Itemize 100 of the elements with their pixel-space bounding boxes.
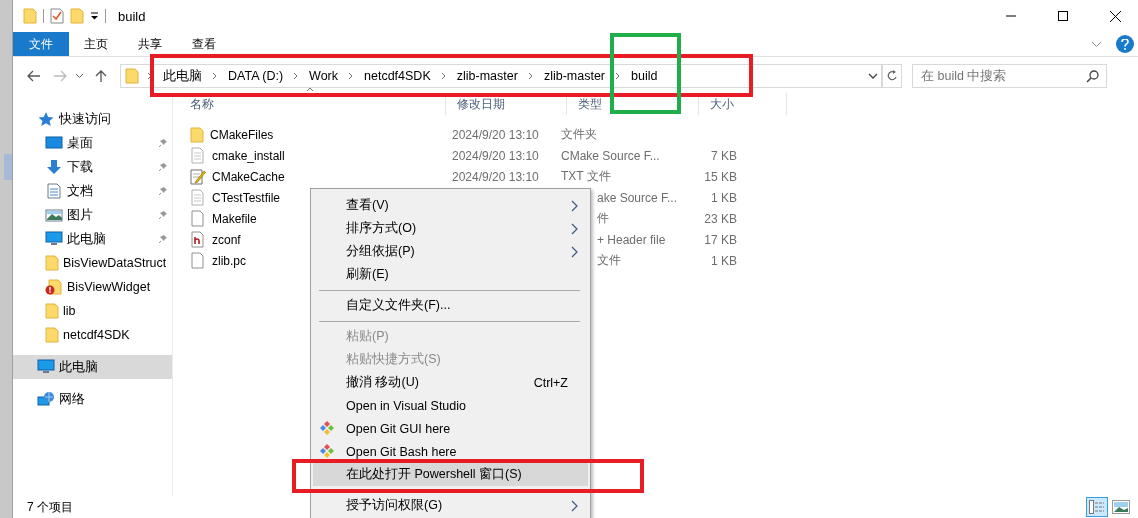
file-name[interactable]: CMakeFiles	[210, 127, 274, 142]
breadcrumb[interactable]: build	[629, 69, 660, 83]
menu-item[interactable]: Open Git Bash here	[313, 440, 588, 463]
menu-item[interactable]: 授予访问权限(G)	[313, 494, 588, 517]
refresh-icon	[886, 69, 898, 83]
menu-item[interactable]: 自定义文件夹(F)...	[313, 294, 588, 317]
file-name[interactable]: zconf	[212, 232, 241, 247]
file-type: 文件夹	[561, 127, 597, 141]
menu-item[interactable]: 排序方式(O)	[313, 217, 588, 240]
file-type: + Header file	[597, 232, 666, 247]
file-size: 7 KB	[711, 148, 737, 163]
file-name[interactable]: Makefile	[212, 211, 257, 226]
breadcrumb[interactable]: zlib-master	[541, 69, 607, 83]
menu-item[interactable]: 刷新(E)	[313, 263, 588, 286]
file-size: 23 KB	[704, 211, 737, 226]
network-icon	[37, 391, 55, 407]
breadcrumb-chevron-icon	[527, 72, 534, 80]
sort-caret-icon	[306, 87, 314, 92]
ribbon-tab[interactable]: 主页	[69, 32, 123, 56]
new-folder-icon	[70, 8, 84, 24]
menu-item[interactable]: Open in Visual Studio	[313, 394, 588, 417]
nav-item[interactable]: 下载	[13, 155, 172, 179]
address-bar[interactable]: 此电脑 DATA (D:) Work netcdf4SDK zlib-master zlib-master build	[120, 64, 882, 88]
breadcrumb[interactable]: netcdf4SDK	[362, 69, 433, 83]
breadcrumb[interactable]: zlib-master	[454, 69, 520, 83]
file-menu-tab[interactable]: 文件	[13, 32, 69, 56]
breadcrumb-chevron-icon	[440, 72, 447, 80]
nav-item[interactable]: 网络	[13, 387, 172, 411]
search-field[interactable]: 在 build 中搜索	[912, 64, 1107, 88]
modified-date: 2024/9/20 13:10	[452, 127, 539, 142]
breadcrumb[interactable]: Work	[307, 69, 341, 83]
blank-file-icon	[190, 210, 206, 227]
folder-icon	[45, 327, 59, 343]
folder-icon	[45, 303, 59, 319]
recent-locations-icon[interactable]	[75, 73, 84, 79]
file-size: 17 KB	[704, 232, 737, 247]
breadcrumb[interactable]: 此电脑	[161, 67, 204, 85]
ribbon-tab[interactable]: 共享	[123, 32, 177, 56]
search-icon	[1086, 70, 1099, 83]
breadcrumb-chevron-icon	[147, 72, 153, 80]
star-icon	[37, 111, 55, 127]
nav-item[interactable]: 此电脑	[13, 355, 172, 379]
nav-item[interactable]: netcdf4SDK	[13, 323, 172, 347]
caret-icon	[868, 73, 878, 79]
nav-item[interactable]: lib	[13, 299, 172, 323]
file-name[interactable]: CMakeCache	[212, 169, 285, 184]
nav-item[interactable]: 桌面	[13, 131, 172, 155]
diamond-icon	[319, 443, 335, 459]
computer-icon	[37, 359, 55, 375]
nav-item[interactable]: 图片	[13, 203, 172, 227]
nav-item[interactable]: 快速访问	[13, 107, 172, 131]
file-type: 件	[597, 211, 609, 225]
column-header[interactable]: 大小	[699, 93, 787, 115]
nav-item[interactable]: BisViewWidget	[13, 275, 172, 299]
nav-item[interactable]: 文档	[13, 179, 172, 203]
forward-arrow-icon	[53, 70, 67, 82]
expand-ribbon-icon[interactable]	[1091, 40, 1102, 48]
nav-item[interactable]: 此电脑	[13, 227, 172, 251]
up-arrow-icon	[95, 69, 107, 83]
breadcrumb[interactable]: DATA (D:)	[226, 69, 286, 83]
file-type: ake Source F...	[597, 190, 678, 205]
file-name[interactable]: zlib.pc	[212, 253, 246, 268]
menu-item[interactable]: 查看(V)	[313, 194, 588, 217]
ribbon-tab[interactable]: 查看	[177, 32, 231, 56]
properties-check-icon	[50, 8, 64, 24]
nav-item[interactable]: BisViewDataStruct	[13, 251, 172, 275]
help-icon[interactable]	[1116, 35, 1134, 53]
menu-item[interactable]: Open Git GUI here	[313, 417, 588, 440]
back-arrow-icon	[27, 70, 41, 82]
breadcrumb-chevron-icon	[293, 72, 300, 80]
breadcrumb-chevron-icon	[212, 72, 218, 80]
maximize-icon	[1058, 11, 1068, 21]
file-type: CMake Source F...	[561, 148, 660, 163]
file-name[interactable]: CTestTestfile	[212, 190, 281, 205]
text-file-icon	[190, 189, 206, 206]
breadcrumb-chevron-icon	[615, 72, 621, 80]
large-icons-view-button[interactable]	[1110, 497, 1132, 517]
download-arrow-icon	[45, 159, 63, 175]
column-header[interactable]: 修改日期	[446, 93, 567, 115]
folder-icon	[45, 255, 59, 271]
details-view-button[interactable]	[1086, 497, 1108, 517]
column-header[interactable]: 名称	[179, 93, 446, 115]
close-icon	[1109, 10, 1121, 22]
folder-icon	[23, 8, 37, 24]
blank-file-icon	[190, 252, 206, 269]
file-size: 1 KB	[711, 190, 737, 205]
menu-item[interactable]: 在此处打开 Powershell 窗口(S)	[313, 463, 588, 486]
dropdown-caret-icon[interactable]	[90, 12, 99, 20]
refresh-button[interactable]	[882, 64, 902, 88]
column-header[interactable]: 类型	[567, 93, 699, 115]
menu-item[interactable]: 分组依据(P)	[313, 240, 588, 263]
folder-error-icon	[45, 279, 63, 295]
file-type: TXT 文件	[561, 169, 611, 183]
notepad-icon	[190, 168, 206, 185]
menu-item[interactable]: 撤消 移动(U) Ctrl+Z	[313, 371, 588, 394]
document-icon	[45, 183, 63, 199]
file-size: 1 KB	[711, 253, 737, 268]
header-file-icon	[190, 231, 206, 248]
diamond-icon	[319, 420, 335, 436]
file-name[interactable]: cmake_install	[212, 148, 285, 163]
